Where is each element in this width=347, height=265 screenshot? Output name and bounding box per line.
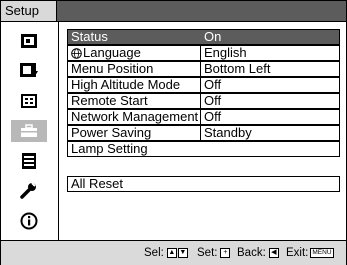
menu-key: MENU <box>310 248 334 258</box>
row-label: High Altitude Mode <box>68 78 201 92</box>
menu-list-icon[interactable] <box>11 150 47 172</box>
menu-row-menu-position[interactable]: Menu Position Bottom Left <box>67 61 340 77</box>
row-label-language: Language <box>68 46 201 60</box>
row-label: All Reset <box>71 177 124 191</box>
wrench-icon[interactable] <box>11 180 47 202</box>
menu-row-power-saving[interactable]: Power Saving Standby <box>67 125 340 141</box>
picture-icon[interactable] <box>11 30 47 52</box>
menu-row-all-reset[interactable]: All Reset <box>67 176 340 192</box>
sidebar <box>1 22 59 240</box>
back-label: Back: <box>237 247 266 259</box>
row-label: Status <box>68 30 201 44</box>
setup-window: Setup Status On Language English Menu Po… <box>0 0 347 265</box>
menu-row-network-management[interactable]: Network Management Off <box>67 109 340 125</box>
sel-label: Sel: <box>144 247 164 259</box>
up-arrow-key-icon: ▲ <box>166 248 177 258</box>
row-value: Off <box>204 93 222 108</box>
down-arrow-key-icon: ▼ <box>177 248 188 258</box>
menu-row-remote-start[interactable]: Remote Start Off <box>67 93 340 109</box>
row-value: On <box>204 29 222 44</box>
set-hint: Set: + <box>197 246 231 260</box>
row-label: Power Saving <box>68 126 201 140</box>
set-label: Set: <box>197 247 218 259</box>
menu-row-status[interactable]: Status On <box>67 29 340 45</box>
left-arrow-key-icon: ◀ <box>268 248 279 258</box>
menu-row-lamp-setting[interactable]: Lamp Setting <box>67 141 340 157</box>
row-label: Menu Position <box>68 62 201 76</box>
status-bar: Sel: ▲ ▼ Set: + Back: ◀ Exit: MENU <box>1 240 346 265</box>
info-icon[interactable] <box>11 210 47 232</box>
screen-icon[interactable] <box>11 90 47 112</box>
back-hint: Back: ◀ <box>237 246 279 260</box>
menu-row-high-altitude-mode[interactable]: High Altitude Mode Off <box>67 77 340 93</box>
sel-hint: Sel: ▲ ▼ <box>144 246 188 260</box>
enter-key-icon: + <box>220 248 231 258</box>
row-value: Standby <box>204 125 252 140</box>
globe-icon <box>71 47 82 59</box>
setup-toolbox-icon[interactable] <box>11 120 47 142</box>
menu-row-language[interactable]: Language English <box>67 45 340 61</box>
row-label: Remote Start <box>68 94 201 108</box>
title-bar: Setup <box>1 1 346 22</box>
row-label: Lamp Setting <box>71 142 148 156</box>
row-value: Off <box>204 77 222 92</box>
row-value: Off <box>204 109 222 124</box>
row-label: Language <box>83 46 141 60</box>
row-label: Network Management <box>68 110 201 124</box>
exit-label: Exit: <box>286 247 309 259</box>
exit-hint: Exit: MENU <box>286 246 334 260</box>
row-value: English <box>204 45 247 60</box>
window-title: Setup <box>1 1 57 21</box>
picture-adjust-icon[interactable] <box>11 60 47 82</box>
row-value: Bottom Left <box>204 61 271 76</box>
